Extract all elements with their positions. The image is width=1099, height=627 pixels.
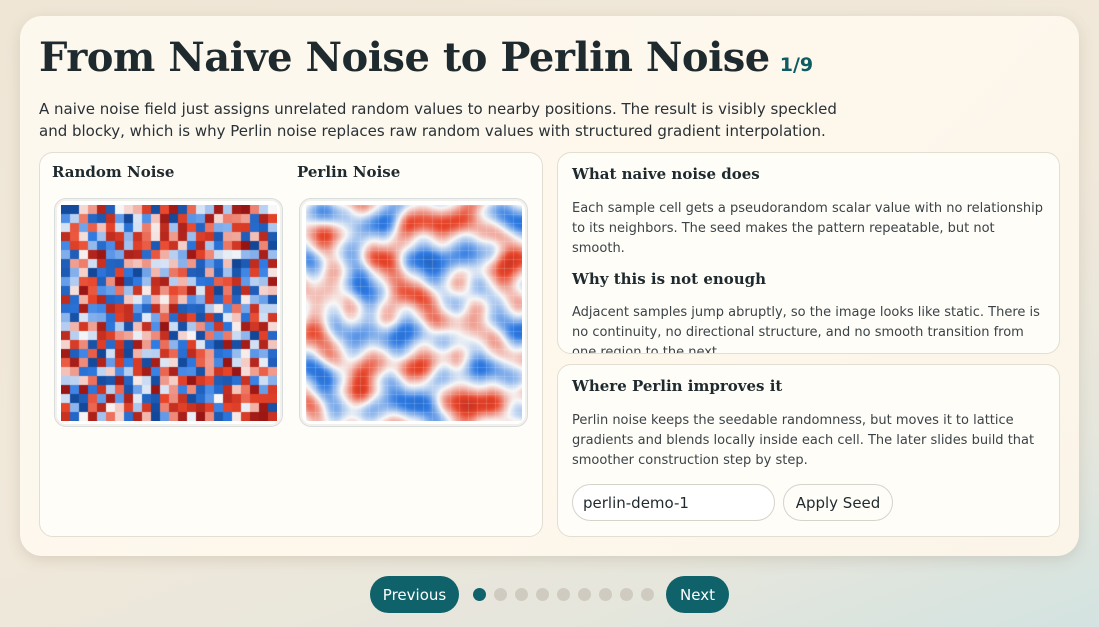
section-title-what: What naive noise does xyxy=(572,165,760,183)
title-row: From Naive Noise to Perlin Noise 1/9 xyxy=(39,34,813,82)
slide-dot-7[interactable] xyxy=(599,588,612,601)
slide-dot-5[interactable] xyxy=(557,588,570,601)
perlin-noise-label: Perlin Noise xyxy=(297,163,401,181)
slide-counter: 1/9 xyxy=(779,54,814,76)
slide-dot-4[interactable] xyxy=(536,588,549,601)
noise-comparison-panel: Random Noise Perlin Noise xyxy=(39,152,543,537)
perlin-improvement-panel: Where Perlin improves it Perlin noise ke… xyxy=(557,364,1060,537)
slide-dot-3[interactable] xyxy=(515,588,528,601)
slide-dot-8[interactable] xyxy=(620,588,633,601)
random-noise-frame xyxy=(54,198,283,427)
next-button[interactable]: Next xyxy=(666,576,729,613)
slide-lead: A naive noise field just assigns unrelat… xyxy=(39,100,837,140)
slide-pagination-dots xyxy=(473,588,654,601)
section-title-why: Why this is not enough xyxy=(572,270,767,288)
slide-dot-9[interactable] xyxy=(641,588,654,601)
previous-button[interactable]: Previous xyxy=(370,576,459,613)
section-title-where: Where Perlin improves it xyxy=(572,377,783,395)
section-text-what: Each sample cell gets a pseudorandom sca… xyxy=(572,201,1044,256)
perlin-noise-frame xyxy=(299,198,528,427)
section-text-where: Perlin noise keeps the seedable randomne… xyxy=(572,413,1035,468)
seed-input[interactable] xyxy=(572,484,775,521)
random-noise-label: Random Noise xyxy=(52,163,175,181)
perlin-noise-canvas xyxy=(306,205,522,421)
slide-title: From Naive Noise to Perlin Noise xyxy=(39,34,770,81)
random-noise-canvas xyxy=(61,205,277,421)
slide-dot-2[interactable] xyxy=(494,588,507,601)
explanation-panel: What naive noise does Each sample cell g… xyxy=(557,152,1060,354)
slide-dot-1[interactable] xyxy=(473,588,486,601)
slide-dot-6[interactable] xyxy=(578,588,591,601)
apply-seed-button[interactable]: Apply Seed xyxy=(783,484,893,521)
section-text-why: Adjacent samples jump abruptly, so the i… xyxy=(572,305,1040,354)
slide-card: From Naive Noise to Perlin Noise 1/9 A n… xyxy=(20,16,1079,556)
